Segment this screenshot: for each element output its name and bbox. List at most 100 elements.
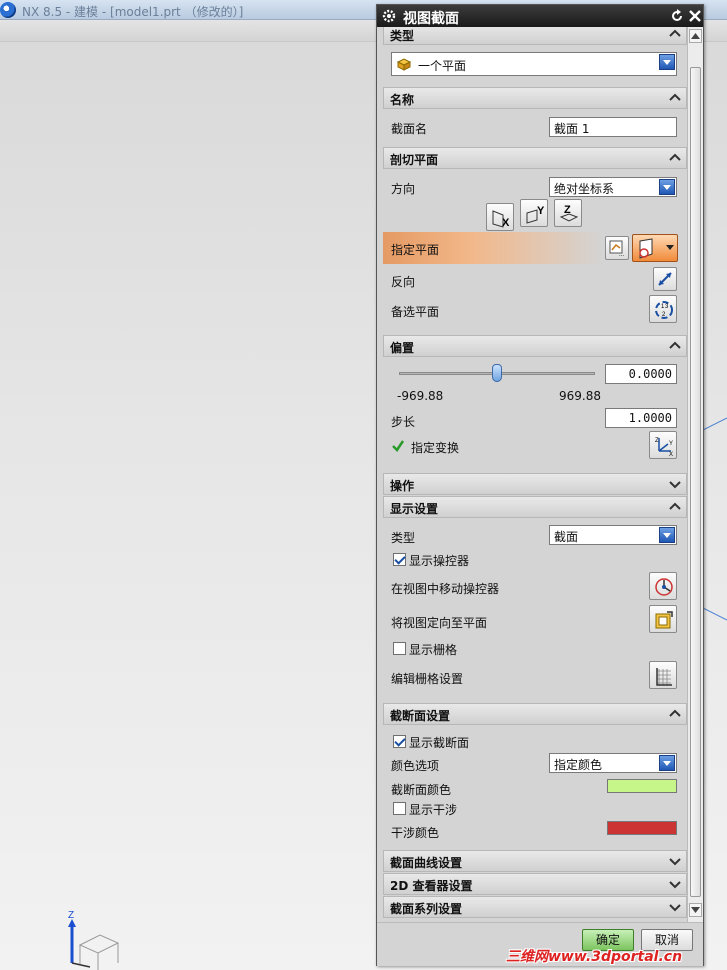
display-type-select[interactable]: 截面: [549, 525, 677, 545]
color-option-select[interactable]: 指定颜色: [549, 753, 677, 773]
direction-select[interactable]: 绝对坐标系: [549, 177, 677, 197]
section-header-name[interactable]: 名称: [383, 87, 687, 109]
show-interference-label: 显示干涉: [409, 803, 458, 817]
axis-x-button[interactable]: X: [486, 203, 514, 231]
gear-icon[interactable]: [381, 8, 397, 24]
show-section-checkbox[interactable]: [393, 735, 406, 748]
show-interference-checkbox[interactable]: [393, 802, 406, 815]
view-section-dialog: 视图截面 类型 一个平面 名称 截面名 截面 1 剖切平面 方向 绝对坐标系 X…: [376, 4, 704, 966]
svg-text:Z: Z: [68, 910, 74, 921]
chevron-up-icon[interactable]: [668, 151, 682, 165]
dropdown-arrow-icon[interactable]: [659, 527, 675, 543]
section-name-label: 截面名: [391, 122, 428, 136]
svg-text:X: X: [669, 452, 673, 457]
chevron-down-icon[interactable]: [668, 854, 682, 868]
move-manipulator-button[interactable]: [649, 572, 677, 600]
svg-text:Z: Z: [564, 204, 571, 216]
section-header-display[interactable]: 显示设置: [383, 496, 687, 518]
coordinate-triad-icon: Z: [68, 910, 120, 970]
dialog-title-bar[interactable]: 视图截面: [377, 5, 703, 27]
alternate-plane-button[interactable]: 1 3 2: [649, 295, 677, 323]
dropdown-arrow-icon[interactable]: [659, 179, 675, 195]
dropdown-arrow-icon[interactable]: [666, 245, 674, 250]
section-header-series[interactable]: 截面系列设置: [383, 896, 687, 918]
chevron-up-icon[interactable]: [668, 27, 682, 41]
manipulator-icon: [655, 578, 673, 596]
type-select[interactable]: 一个平面: [391, 52, 677, 76]
chevron-up-icon[interactable]: [668, 339, 682, 353]
plane-dialog-button[interactable]: ...: [605, 236, 629, 260]
show-manipulator-label: 显示操控器: [409, 554, 470, 568]
move-manipulator-label: 在视图中移动操控器: [391, 582, 500, 596]
plane-z-icon: Z: [559, 204, 579, 222]
section-name-input[interactable]: 截面 1: [549, 117, 677, 137]
direction-label: 方向: [391, 182, 416, 196]
offset-value-input[interactable]: 0.0000: [605, 364, 677, 384]
svg-text:Y: Y: [537, 205, 545, 217]
scrollbar-thumb[interactable]: [690, 67, 701, 897]
reverse-button[interactable]: [653, 267, 677, 291]
app-title: NX 8.5 - 建模 - [model1.prt （修改的）]: [22, 5, 244, 19]
section-color-label: 截断面颜色: [391, 783, 452, 797]
svg-text:Y: Y: [669, 441, 673, 447]
section-title: 2D 查看器设置: [390, 879, 473, 893]
svg-text:3: 3: [665, 304, 669, 310]
section-title: 截断面设置: [390, 709, 451, 723]
offset-max-label: 969.88: [559, 389, 601, 403]
reset-icon[interactable]: [669, 8, 685, 24]
dropdown-arrow-icon[interactable]: [659, 54, 675, 70]
orient-view-button[interactable]: [649, 605, 677, 633]
show-manipulator-checkbox[interactable]: [393, 553, 406, 566]
offset-slider-thumb[interactable]: [492, 364, 502, 382]
chevron-down-icon[interactable]: [668, 900, 682, 914]
cycle-icon: 1 3 2: [655, 301, 673, 319]
axis-z-button[interactable]: Z: [554, 199, 582, 227]
axis-y-button[interactable]: Y: [520, 199, 548, 227]
svg-text:X: X: [502, 217, 510, 229]
nx-logo-icon: [0, 2, 16, 18]
edit-grid-button[interactable]: [649, 661, 677, 689]
show-grid-checkbox[interactable]: [393, 642, 406, 655]
plane-dialog-icon: ...: [609, 240, 624, 257]
section-title: 显示设置: [390, 502, 439, 516]
section-header-section-settings[interactable]: 截断面设置: [383, 703, 687, 725]
grid-icon: [656, 668, 672, 686]
section-header-cut-plane[interactable]: 剖切平面: [383, 147, 687, 169]
section-header-curve-settings[interactable]: 截面曲线设置: [383, 850, 687, 872]
orient-view-icon: [655, 611, 673, 629]
section-header-operation[interactable]: 操作: [383, 473, 687, 495]
edit-grid-label: 编辑栅格设置: [391, 672, 464, 686]
specify-transform-button[interactable]: Z X Y: [649, 431, 677, 459]
section-header-offset[interactable]: 偏置: [383, 335, 687, 357]
chevron-up-icon[interactable]: [668, 500, 682, 514]
interference-color-label: 干涉颜色: [391, 826, 440, 840]
svg-text:...: ...: [619, 252, 624, 257]
chevron-up-icon[interactable]: [668, 707, 682, 721]
specify-plane-row[interactable]: 指定平面: [383, 232, 603, 264]
display-type-value: 截面: [554, 530, 579, 544]
chevron-up-icon[interactable]: [668, 91, 682, 105]
section-color-swatch[interactable]: [607, 779, 677, 793]
section-title: 操作: [390, 479, 415, 493]
dialog-body: 类型 一个平面 名称 截面名 截面 1 剖切平面 方向 绝对坐标系 X Y Z …: [377, 27, 687, 922]
scroll-down-arrow[interactable]: [689, 903, 702, 917]
section-header-type[interactable]: 类型: [383, 27, 687, 45]
step-label: 步长: [391, 415, 416, 429]
dropdown-arrow-icon[interactable]: [659, 755, 675, 771]
close-icon[interactable]: [687, 8, 703, 24]
inferred-plane-button[interactable]: [632, 234, 678, 262]
direction-value: 绝对坐标系: [554, 182, 615, 196]
chevron-down-icon[interactable]: [668, 877, 682, 891]
display-type-label: 类型: [391, 531, 416, 545]
alternate-plane-label: 备选平面: [391, 305, 440, 319]
watermark-text: 三维网www.3dportal.cn: [506, 949, 683, 965]
step-value-input[interactable]: 1.0000: [605, 408, 677, 428]
interference-color-swatch[interactable]: [607, 821, 677, 835]
section-header-2d-viewer[interactable]: 2D 查看器设置: [383, 873, 687, 895]
reverse-label: 反向: [391, 275, 416, 289]
scroll-up-arrow[interactable]: [689, 29, 702, 43]
svg-text:Z: Z: [655, 438, 659, 444]
vertical-scrollbar[interactable]: [687, 27, 703, 922]
chevron-down-icon[interactable]: [668, 477, 682, 491]
section-title: 名称: [390, 93, 415, 107]
